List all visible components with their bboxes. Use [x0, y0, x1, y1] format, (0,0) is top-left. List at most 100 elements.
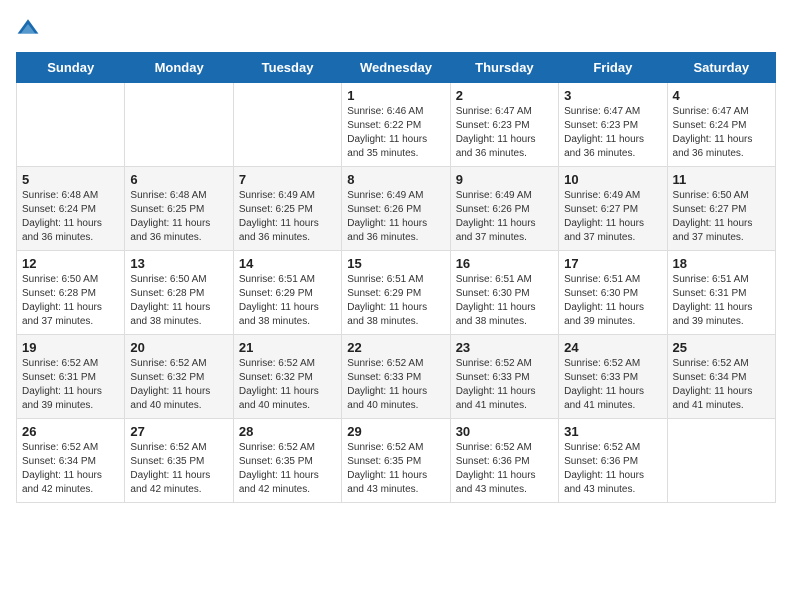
weekday-header: Wednesday [342, 53, 450, 83]
calendar-day-cell: 14 Sunrise: 6:51 AM Sunset: 6:29 PM Dayli… [233, 251, 341, 335]
weekday-header: Tuesday [233, 53, 341, 83]
day-number: 2 [456, 88, 553, 103]
calendar-day-cell: 30Sunrise: 6:52 AM Sunset: 6:36 PM Dayli… [450, 419, 558, 503]
calendar-week-row: 26 Sunrise: 6:52 AM Sunset: 6:34 PM Dayli… [17, 419, 776, 503]
calendar-day-cell: 17 Sunrise: 6:51 AM Sunset: 6:30 PM Dayli… [559, 251, 667, 335]
day-number: 3 [564, 88, 661, 103]
weekday-header: Monday [125, 53, 233, 83]
calendar-day-cell: 4 Sunrise: 6:47 AM Sunset: 6:24 PM Daylig… [667, 83, 775, 167]
calendar-body: 1 Sunrise: 6:46 AM Sunset: 6:22 PM Daylig… [17, 83, 776, 503]
day-number: 14 [239, 256, 336, 271]
calendar-day-cell: 16Sunrise: 6:51 AM Sunset: 6:30 PM Dayli… [450, 251, 558, 335]
calendar-day-cell: 2 Sunrise: 6:47 AM Sunset: 6:23 PM Daylig… [450, 83, 558, 167]
day-number: 31 [564, 424, 661, 439]
day-number: 12 [22, 256, 119, 271]
weekday-header: Saturday [667, 53, 775, 83]
day-info: Sunrise: 6:51 AM Sunset: 6:29 PM Dayligh… [347, 273, 444, 329]
day-info: Sunrise: 6:47 AM Sunset: 6:23 PM Dayligh… [456, 105, 553, 161]
day-number: 23 [456, 340, 553, 355]
day-number: 26 [22, 424, 119, 439]
day-number: 18 [673, 256, 770, 271]
calendar-day-cell: 22 Sunrise: 6:52 AM Sunset: 6:33 PM Dayli… [342, 335, 450, 419]
day-number: 5 [22, 172, 119, 187]
calendar-day-cell: 26 Sunrise: 6:52 AM Sunset: 6:34 PM Dayli… [17, 419, 125, 503]
day-info: Sunrise: 6:52 AM Sunset: 6:35 PM Dayligh… [239, 441, 336, 497]
page-header [16, 16, 776, 40]
day-info: Sunrise: 6:50 AM Sunset: 6:27 PM Dayligh… [673, 189, 770, 245]
calendar-day-cell: 29 Sunrise: 6:52 AM Sunset: 6:35 PM Dayli… [342, 419, 450, 503]
day-number: 15 [347, 256, 444, 271]
day-number: 22 [347, 340, 444, 355]
calendar-day-cell: 11 Sunrise: 6:50 AM Sunset: 6:27 PM Dayli… [667, 167, 775, 251]
day-info: Sunrise: 6:52 AM Sunset: 6:36 PM Dayligh… [564, 441, 661, 497]
day-info: Sunrise: 6:52 AM Sunset: 6:32 PM Dayligh… [239, 357, 336, 413]
day-info: Sunrise: 6:52 AM Sunset: 6:33 PM Dayligh… [456, 357, 553, 413]
calendar-header: SundayMondayTuesdayWednesdayThursdayFrid… [17, 53, 776, 83]
calendar-week-row: 5 Sunrise: 6:48 AM Sunset: 6:24 PM Daylig… [17, 167, 776, 251]
calendar-day-cell: 6Sunrise: 6:48 AM Sunset: 6:25 PM Daylig… [125, 167, 233, 251]
calendar-day-cell: 31 Sunrise: 6:52 AM Sunset: 6:36 PM Dayli… [559, 419, 667, 503]
calendar-day-cell: 23 Sunrise: 6:52 AM Sunset: 6:33 PM Dayli… [450, 335, 558, 419]
day-info: Sunrise: 6:52 AM Sunset: 6:34 PM Dayligh… [22, 441, 119, 497]
calendar-table: SundayMondayTuesdayWednesdayThursdayFrid… [16, 52, 776, 503]
day-number: 27 [130, 424, 227, 439]
calendar-day-cell: 21 Sunrise: 6:52 AM Sunset: 6:32 PM Dayli… [233, 335, 341, 419]
day-number: 19 [22, 340, 119, 355]
calendar-day-cell: 10 Sunrise: 6:49 AM Sunset: 6:27 PM Dayli… [559, 167, 667, 251]
calendar-day-cell: 12 Sunrise: 6:50 AM Sunset: 6:28 PM Dayli… [17, 251, 125, 335]
day-number: 11 [673, 172, 770, 187]
day-number: 17 [564, 256, 661, 271]
day-number: 7 [239, 172, 336, 187]
day-number: 20 [130, 340, 227, 355]
weekday-header: Sunday [17, 53, 125, 83]
day-number: 8 [347, 172, 444, 187]
day-info: Sunrise: 6:52 AM Sunset: 6:36 PM Dayligh… [456, 441, 553, 497]
calendar-week-row: 19 Sunrise: 6:52 AM Sunset: 6:31 PM Dayli… [17, 335, 776, 419]
calendar-week-row: 1 Sunrise: 6:46 AM Sunset: 6:22 PM Daylig… [17, 83, 776, 167]
day-number: 9 [456, 172, 553, 187]
day-info: Sunrise: 6:52 AM Sunset: 6:33 PM Dayligh… [347, 357, 444, 413]
day-number: 25 [673, 340, 770, 355]
day-number: 10 [564, 172, 661, 187]
weekday-header: Friday [559, 53, 667, 83]
calendar-day-cell: 3 Sunrise: 6:47 AM Sunset: 6:23 PM Daylig… [559, 83, 667, 167]
day-info: Sunrise: 6:51 AM Sunset: 6:30 PM Dayligh… [564, 273, 661, 329]
day-info: Sunrise: 6:47 AM Sunset: 6:23 PM Dayligh… [564, 105, 661, 161]
day-info: Sunrise: 6:51 AM Sunset: 6:29 PM Dayligh… [239, 273, 336, 329]
day-number: 21 [239, 340, 336, 355]
day-info: Sunrise: 6:48 AM Sunset: 6:25 PM Dayligh… [130, 189, 227, 245]
day-info: Sunrise: 6:52 AM Sunset: 6:34 PM Dayligh… [673, 357, 770, 413]
day-info: Sunrise: 6:52 AM Sunset: 6:32 PM Dayligh… [130, 357, 227, 413]
day-info: Sunrise: 6:51 AM Sunset: 6:30 PM Dayligh… [456, 273, 553, 329]
day-info: Sunrise: 6:49 AM Sunset: 6:27 PM Dayligh… [564, 189, 661, 245]
day-info: Sunrise: 6:52 AM Sunset: 6:31 PM Dayligh… [22, 357, 119, 413]
day-info: Sunrise: 6:52 AM Sunset: 6:35 PM Dayligh… [130, 441, 227, 497]
day-number: 29 [347, 424, 444, 439]
day-number: 13 [130, 256, 227, 271]
calendar-day-cell [233, 83, 341, 167]
day-number: 28 [239, 424, 336, 439]
day-info: Sunrise: 6:52 AM Sunset: 6:35 PM Dayligh… [347, 441, 444, 497]
calendar-day-cell: 8Sunrise: 6:49 AM Sunset: 6:26 PM Daylig… [342, 167, 450, 251]
calendar-day-cell [17, 83, 125, 167]
day-info: Sunrise: 6:48 AM Sunset: 6:24 PM Dayligh… [22, 189, 119, 245]
day-number: 24 [564, 340, 661, 355]
day-info: Sunrise: 6:47 AM Sunset: 6:24 PM Dayligh… [673, 105, 770, 161]
calendar-day-cell: 5 Sunrise: 6:48 AM Sunset: 6:24 PM Daylig… [17, 167, 125, 251]
day-info: Sunrise: 6:50 AM Sunset: 6:28 PM Dayligh… [22, 273, 119, 329]
calendar-day-cell: 27 Sunrise: 6:52 AM Sunset: 6:35 PM Dayli… [125, 419, 233, 503]
calendar-day-cell: 20 Sunrise: 6:52 AM Sunset: 6:32 PM Dayli… [125, 335, 233, 419]
calendar-day-cell: 25 Sunrise: 6:52 AM Sunset: 6:34 PM Dayli… [667, 335, 775, 419]
day-info: Sunrise: 6:51 AM Sunset: 6:31 PM Dayligh… [673, 273, 770, 329]
weekday-row: SundayMondayTuesdayWednesdayThursdayFrid… [17, 53, 776, 83]
calendar-day-cell: 13 Sunrise: 6:50 AM Sunset: 6:28 PM Dayli… [125, 251, 233, 335]
day-info: Sunrise: 6:49 AM Sunset: 6:25 PM Dayligh… [239, 189, 336, 245]
day-number: 1 [347, 88, 444, 103]
day-number: 4 [673, 88, 770, 103]
calendar-day-cell: 24Sunrise: 6:52 AM Sunset: 6:33 PM Dayli… [559, 335, 667, 419]
day-info: Sunrise: 6:50 AM Sunset: 6:28 PM Dayligh… [130, 273, 227, 329]
calendar-day-cell: 18 Sunrise: 6:51 AM Sunset: 6:31 PM Dayli… [667, 251, 775, 335]
day-info: Sunrise: 6:46 AM Sunset: 6:22 PM Dayligh… [347, 105, 444, 161]
calendar-day-cell [667, 419, 775, 503]
calendar-week-row: 12 Sunrise: 6:50 AM Sunset: 6:28 PM Dayli… [17, 251, 776, 335]
